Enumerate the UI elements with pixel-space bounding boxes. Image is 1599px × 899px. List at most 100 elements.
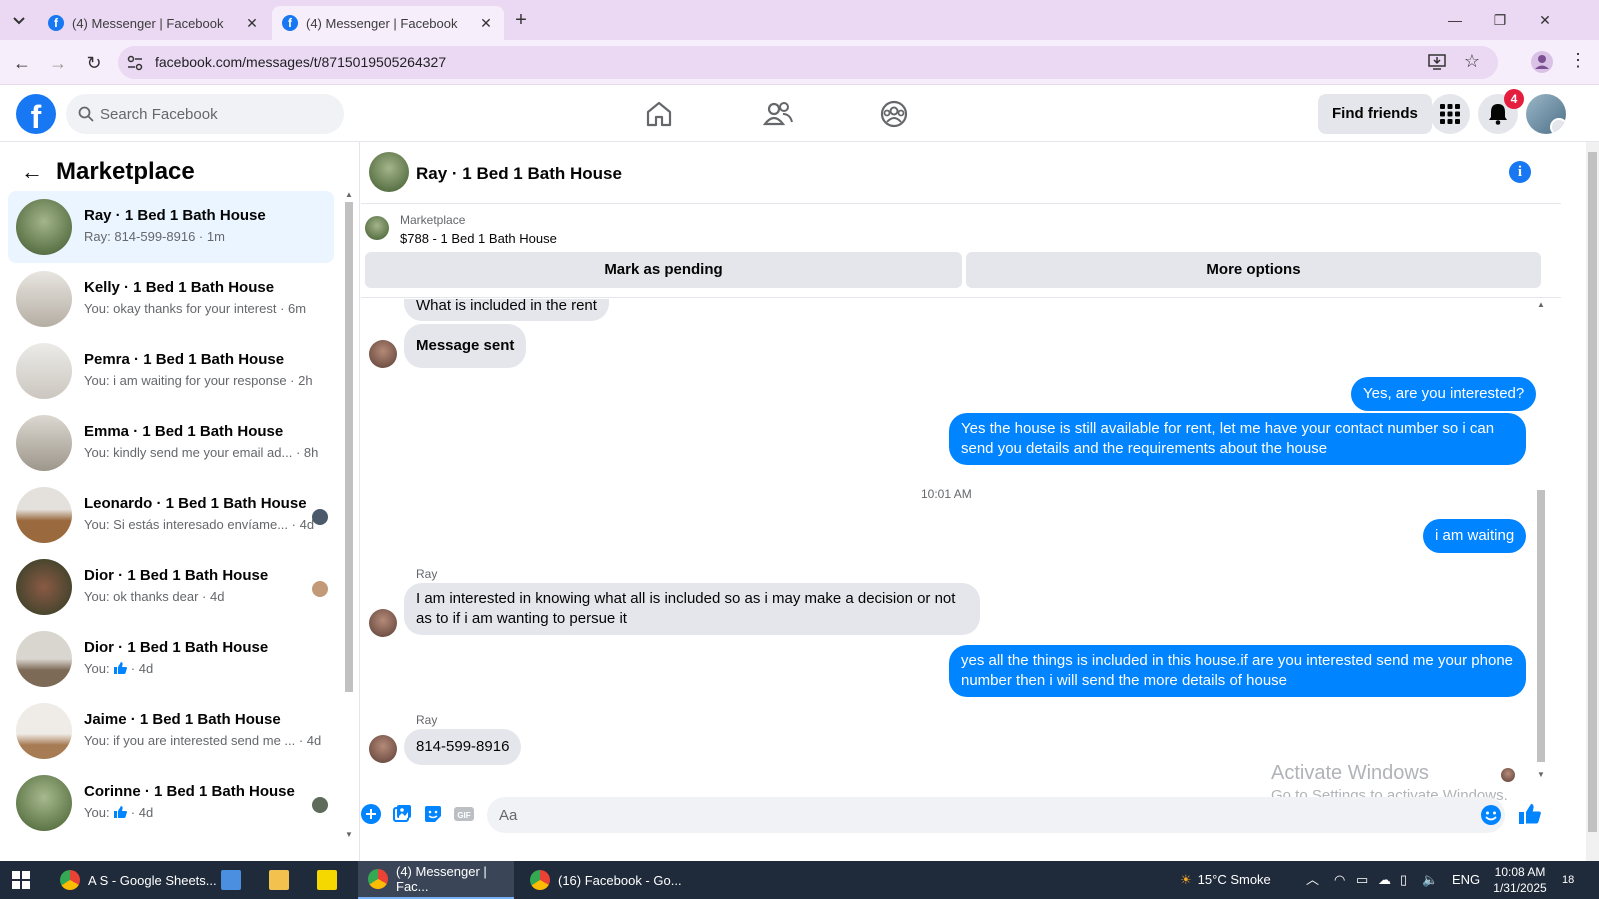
browser-menu-icon[interactable]: ⋮	[1568, 50, 1588, 74]
browser-tab[interactable]: f (4) Messenger | Facebook ✕	[38, 6, 270, 40]
page-scrollbar[interactable]	[1586, 142, 1599, 861]
facebook-logo[interactable]: f	[16, 94, 56, 134]
new-tab-plus-icon[interactable]: +	[510, 9, 532, 31]
cloud-icon[interactable]: ☁	[1378, 861, 1391, 899]
mark-as-pending-button[interactable]: Mark as pending	[365, 252, 962, 288]
taskbar-clock[interactable]: 10:08 AM 1/31/2025	[1485, 864, 1555, 896]
listing-thumbnail	[16, 775, 72, 831]
site-settings-icon[interactable]	[126, 54, 144, 72]
conversation-item[interactable]: Emma · 1 Bed 1 Bath House You: kindly se…	[8, 407, 334, 479]
weather-text: 15°C Smoke	[1197, 872, 1271, 887]
thumbs-up-icon[interactable]	[1518, 802, 1542, 826]
friends-icon[interactable]	[762, 98, 794, 130]
file-explorer-icon	[269, 870, 289, 890]
menu-grid-button[interactable]	[1430, 94, 1470, 134]
sender-name: Ray	[416, 567, 438, 581]
battery-icon[interactable]: ▭	[1356, 861, 1368, 899]
conversation-item[interactable]: Kelly · 1 Bed 1 Bath House You: okay tha…	[8, 263, 334, 335]
weather-widget[interactable]: ☀ 15°C Smoke	[1180, 861, 1271, 899]
taskbar-item[interactable]: A S - Google Sheets...	[50, 861, 227, 899]
message-thread: What is included in the rent Message sen…	[361, 299, 1541, 789]
omnibox[interactable]: facebook.com/messages/t/8715019505264327…	[118, 46, 1498, 79]
sender-avatar	[369, 735, 397, 763]
conversation-item[interactable]: Pemra · 1 Bed 1 Bath House You: i am wai…	[8, 335, 334, 407]
sender-avatar	[369, 340, 397, 368]
taskbar-item[interactable]	[260, 861, 298, 899]
minimize-icon[interactable]: —	[1440, 8, 1470, 32]
url-text[interactable]: facebook.com/messages/t/8715019505264327	[155, 54, 446, 70]
wifi-icon[interactable]: ◠	[1334, 861, 1345, 899]
taskbar-item-active[interactable]: (4) Messenger | Fac...	[358, 861, 514, 899]
windows-start-icon[interactable]	[12, 871, 30, 889]
listing-price-title[interactable]: $788 - 1 Bed 1 Bath House	[400, 231, 557, 246]
conversation-name: Dior · 1 Bed 1 Bath House	[84, 639, 269, 656]
taskbar-label: A S - Google Sheets...	[88, 872, 217, 888]
sidebar-scrollbar[interactable]: ▲ ▼	[343, 190, 355, 861]
notification-count-badge: 4	[1504, 89, 1524, 109]
conversation-item[interactable]: Dior · 1 Bed 1 Bath House You: ok thanks…	[8, 551, 334, 623]
close-tab-icon[interactable]: ✕	[478, 15, 494, 31]
conversation-item[interactable]: Ray · 1 Bed 1 Bath House Ray: 814-599-89…	[8, 191, 334, 263]
browser-tab-active[interactable]: f (4) Messenger | Facebook ✕	[272, 6, 504, 40]
conversation-preview: You: Si estás interesado envíame... · 4d	[84, 517, 315, 532]
browser-profile-icon[interactable]	[1530, 50, 1554, 74]
message-composer: GIF	[361, 792, 1561, 833]
message-timestamp: 10:01 AM	[921, 487, 972, 501]
conversation-item[interactable]: Dior · 1 Bed 1 Bath House You: · 4d	[8, 623, 334, 695]
facebook-search[interactable]	[66, 94, 344, 134]
svg-text:GIF: GIF	[457, 811, 470, 820]
window-close-icon[interactable]: ✕	[1530, 8, 1560, 32]
message-input[interactable]	[487, 797, 1505, 833]
window-icon	[221, 870, 241, 890]
restore-icon[interactable]: ❐	[1485, 8, 1515, 32]
language-indicator[interactable]: ENG	[1452, 861, 1480, 899]
find-friends-button[interactable]: Find friends	[1318, 94, 1432, 134]
more-options-button[interactable]: More options	[966, 252, 1541, 288]
conversation-item[interactable]: Corinne · 1 Bed 1 Bath House You: · 4d	[8, 767, 334, 839]
plus-circle-icon[interactable]	[361, 804, 381, 824]
chat-avatar[interactable]	[369, 152, 409, 192]
reload-icon[interactable]: ↻	[82, 51, 106, 75]
photo-icon[interactable]	[392, 804, 412, 824]
search-input[interactable]	[100, 94, 330, 134]
gif-icon[interactable]: GIF	[454, 804, 474, 824]
volume-icon[interactable]: 🔈	[1422, 861, 1438, 899]
close-tab-icon[interactable]: ✕	[244, 15, 260, 31]
groups-icon[interactable]	[878, 98, 910, 130]
thumbs-up-icon	[114, 662, 128, 674]
tab-list-chevron-icon[interactable]	[8, 10, 30, 32]
account-avatar[interactable]	[1526, 94, 1566, 134]
conversation-item[interactable]: Jaime · 1 Bed 1 Bath House You: if you a…	[8, 695, 334, 767]
listing-thumbnail	[16, 415, 72, 471]
taskbar-item[interactable]	[308, 861, 346, 899]
bookmark-star-icon[interactable]: ☆	[1464, 51, 1480, 72]
listing-thumbnail	[16, 631, 72, 687]
incoming-message: Message sent	[404, 324, 527, 368]
facebook-favicon-icon: f	[48, 15, 64, 31]
network-icon[interactable]: ▯	[1400, 861, 1407, 899]
chat-title[interactable]: Ray · 1 Bed 1 Bath House	[416, 164, 622, 184]
forward-icon[interactable]: →	[46, 51, 70, 75]
conversation-preview: You: okay thanks for your interest · 6m	[84, 301, 307, 316]
seen-avatar	[312, 509, 328, 525]
conversation-name: Ray · 1 Bed 1 Bath House	[84, 207, 266, 224]
taskbar-item[interactable]	[212, 861, 250, 899]
emoji-icon[interactable]	[1480, 804, 1502, 826]
listing-thumbnail	[16, 199, 72, 255]
listing-thumbnail	[16, 559, 72, 615]
taskbar-item[interactable]: (16) Facebook - Go...	[520, 861, 692, 899]
facebook-header: f Find friends 4	[0, 86, 1599, 142]
conversation-item[interactable]: Leonardo · 1 Bed 1 Bath House You: Si es…	[8, 479, 334, 551]
chrome-icon	[60, 870, 80, 890]
sticker-icon[interactable]	[423, 804, 443, 824]
back-icon[interactable]: ←	[10, 51, 34, 75]
sender-name: Ray	[416, 713, 438, 727]
listing-thumbnail	[16, 343, 72, 399]
notification-center[interactable]: 18	[1562, 861, 1574, 899]
tray-chevron-icon[interactable]: ︿	[1306, 861, 1319, 899]
home-icon[interactable]	[643, 98, 675, 130]
chat-scrollbar[interactable]: ▲ ▼	[1535, 300, 1547, 790]
back-arrow-icon[interactable]: ←	[16, 156, 48, 188]
install-app-icon[interactable]	[1428, 53, 1446, 71]
info-icon[interactable]: i	[1509, 161, 1531, 183]
